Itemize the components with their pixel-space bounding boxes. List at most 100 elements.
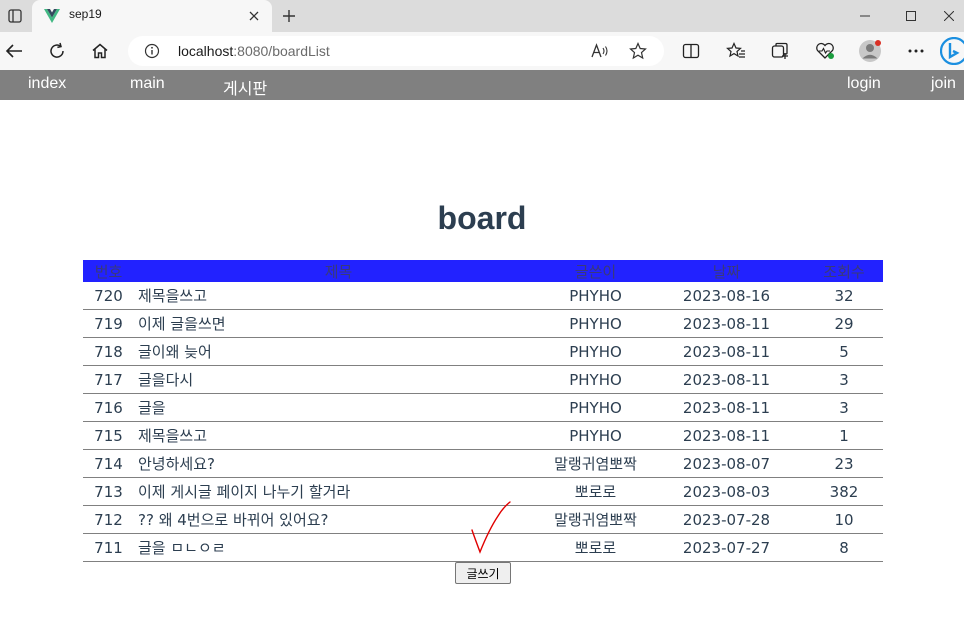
browser-essentials-icon[interactable] [811, 37, 839, 65]
row-title-link[interactable]: 글을 [134, 393, 543, 422]
row-number: 713 [83, 477, 134, 506]
more-options-icon[interactable] [902, 37, 930, 65]
table-row[interactable]: 715 제목을쓰고 PHYHO 2023-08-11 1 [83, 421, 883, 450]
row-number: 718 [83, 337, 134, 366]
minimize-icon[interactable] [842, 0, 888, 32]
nav-link-login[interactable]: login [847, 75, 881, 93]
row-view-count: 3 [805, 393, 883, 422]
row-writer: PHYHO [543, 337, 648, 366]
browser-toolbar: localhost:8080/boardList [0, 32, 964, 70]
read-aloud-icon[interactable] [590, 41, 610, 61]
url-host: localhost [178, 43, 234, 59]
bing-copilot-icon[interactable] [940, 37, 964, 65]
table-row[interactable]: 713 이제 게시글 페이지 나누기 할거라 뽀로로 2023-08-03 382 [83, 477, 883, 506]
table-row[interactable]: 716 글을 PHYHO 2023-08-11 3 [83, 393, 883, 422]
row-title-link[interactable]: 글이왜 늦어 [134, 337, 543, 366]
table-row[interactable]: 717 글을다시 PHYHO 2023-08-11 3 [83, 365, 883, 394]
row-date: 2023-08-11 [648, 365, 805, 394]
row-view-count: 8 [805, 533, 883, 562]
row-writer: PHYHO [543, 282, 648, 310]
nav-link-join[interactable]: join [931, 75, 956, 93]
row-date: 2023-08-11 [648, 393, 805, 422]
row-number: 712 [83, 505, 134, 534]
profile-avatar-icon[interactable] [856, 37, 884, 65]
row-title-link[interactable]: 글을다시 [134, 365, 543, 394]
nav-link-board[interactable]: 게시판 [223, 75, 267, 99]
site-nav-bar: index main 게시판 login join [0, 70, 964, 100]
row-date: 2023-08-07 [648, 449, 805, 478]
row-title-link[interactable]: 제목을쓰고 [134, 421, 543, 450]
header-number: 번호 [83, 260, 134, 282]
site-info-icon[interactable] [144, 43, 160, 59]
row-title-link[interactable]: 이제 글을쓰면 [134, 309, 543, 338]
tab-actions-icon[interactable] [0, 0, 30, 32]
row-writer: PHYHO [543, 365, 648, 394]
table-row[interactable]: 720 제목을쓰고 PHYHO 2023-08-16 32 [83, 282, 883, 310]
new-tab-icon[interactable] [278, 6, 300, 26]
nav-link-index[interactable]: index [28, 75, 66, 93]
row-writer: PHYHO [543, 309, 648, 338]
url-text[interactable]: localhost:8080/boardList [178, 43, 330, 59]
close-window-icon[interactable] [934, 0, 964, 32]
browser-tab[interactable]: sep19 [32, 0, 272, 32]
home-icon[interactable] [86, 37, 114, 65]
board-rows: 720 제목을쓰고 PHYHO 2023-08-16 32 719 이제 글을쓰면 PHYHO… [83, 282, 883, 562]
favorite-star-icon[interactable] [628, 41, 648, 61]
row-number: 715 [83, 421, 134, 450]
page-title: board [437, 200, 527, 236]
table-row[interactable]: 718 글이왜 늦어 PHYHO 2023-08-11 5 [83, 337, 883, 366]
row-number: 717 [83, 365, 134, 394]
header-views: 조회수 [805, 260, 883, 282]
row-date: 2023-08-11 [648, 421, 805, 450]
header-writer: 글쓴이 [543, 260, 648, 282]
maximize-icon[interactable] [888, 0, 934, 32]
url-path: :8080/boardList [233, 43, 330, 59]
table-row[interactable]: 711 글을 ㅁㄴㅇㄹ 뽀로로 2023-07-27 8 [83, 533, 883, 562]
row-title-link[interactable]: 제목을쓰고 [134, 282, 543, 310]
tab-title: sep19 [69, 7, 102, 21]
row-writer: 말랭귀염뽀짝 [543, 505, 648, 534]
favorites-icon[interactable] [722, 37, 750, 65]
row-date: 2023-08-11 [648, 337, 805, 366]
row-view-count: 382 [805, 477, 883, 506]
table-row[interactable]: 719 이제 글을쓰면 PHYHO 2023-08-11 29 [83, 309, 883, 338]
split-screen-icon[interactable] [677, 37, 705, 65]
row-view-count: 3 [805, 365, 883, 394]
row-title-link[interactable]: 이제 게시글 페이지 나누기 할거라 [134, 477, 543, 506]
write-post-button[interactable]: 글쓰기 [455, 562, 511, 584]
row-writer: PHYHO [543, 421, 648, 450]
row-view-count: 32 [805, 282, 883, 310]
row-writer: 뽀로로 [543, 533, 648, 562]
back-icon[interactable] [0, 37, 28, 65]
row-number: 711 [83, 533, 134, 562]
row-date: 2023-08-03 [648, 477, 805, 506]
row-writer: PHYHO [543, 393, 648, 422]
close-tab-icon[interactable] [246, 8, 262, 24]
row-title-link[interactable]: 안녕하세요? [134, 449, 543, 478]
table-header-row: 번호 제목 글쓴이 날짜 조회수 [83, 260, 883, 282]
row-view-count: 23 [805, 449, 883, 478]
row-writer: 말랭귀염뽀짝 [543, 449, 648, 478]
row-writer: 뽀로로 [543, 477, 648, 506]
refresh-icon[interactable] [43, 37, 71, 65]
row-number: 719 [83, 309, 134, 338]
row-date: 2023-08-16 [648, 282, 805, 310]
row-view-count: 5 [805, 337, 883, 366]
row-view-count: 1 [805, 421, 883, 450]
header-title: 제목 [134, 260, 543, 282]
nav-link-main[interactable]: main [130, 75, 165, 93]
row-title-link[interactable]: 글을 ㅁㄴㅇㄹ [134, 533, 543, 562]
address-bar[interactable]: localhost:8080/boardList [128, 36, 664, 66]
table-row[interactable]: 712?? 왜 4번으로 바뀌어 있어요? 말랭귀염뽀짝 2023-07-28 10 [83, 505, 883, 534]
row-view-count: 29 [805, 309, 883, 338]
table-row[interactable]: 714 안녕하세요? 말랭귀염뽀짝 2023-08-07 23 [83, 449, 883, 478]
row-number: 720 [83, 282, 134, 310]
row-view-count: 10 [805, 505, 883, 534]
vue-logo-icon [44, 9, 60, 23]
row-date: 2023-07-28 [648, 505, 805, 534]
row-date: 2023-07-27 [648, 533, 805, 562]
row-title-link[interactable]: ?? 왜 4번으로 바뀌어 있어요? [134, 505, 543, 534]
board-table: 번호 제목 글쓴이 날짜 조회수 720 제목을쓰고 PHYHO 2023-08-16… [83, 260, 883, 562]
collections-icon[interactable] [767, 37, 795, 65]
row-date: 2023-08-11 [648, 309, 805, 338]
